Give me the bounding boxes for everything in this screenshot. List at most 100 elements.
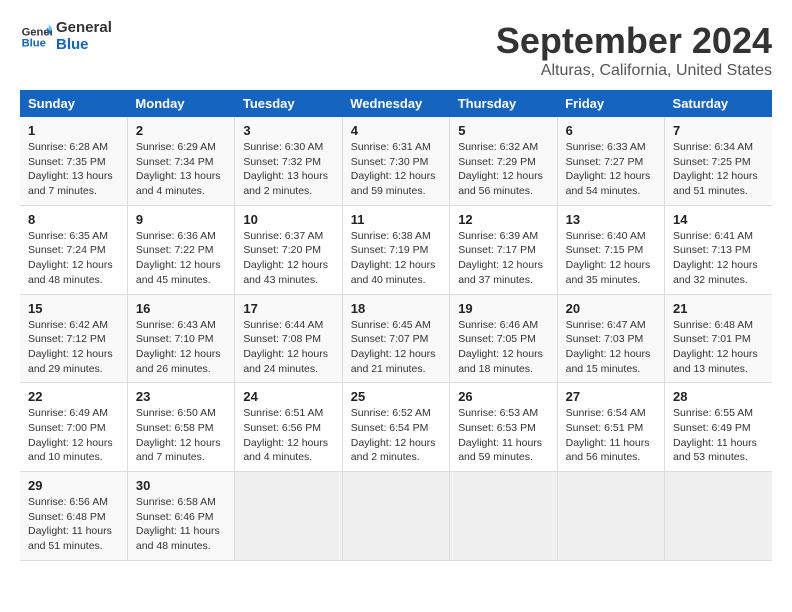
day-number: 18 (351, 301, 441, 316)
calendar-cell: 25 Sunrise: 6:52 AMSunset: 6:54 PMDayligh… (342, 383, 449, 472)
day-number: 25 (351, 389, 441, 404)
header: General Blue General Blue September 2024… (20, 20, 772, 80)
day-info: Sunrise: 6:39 AMSunset: 7:17 PMDaylight:… (458, 229, 548, 288)
day-number: 19 (458, 301, 548, 316)
day-info: Sunrise: 6:52 AMSunset: 6:54 PMDaylight:… (351, 406, 441, 465)
day-info: Sunrise: 6:48 AMSunset: 7:01 PMDaylight:… (673, 318, 764, 377)
day-number: 8 (28, 212, 119, 227)
calendar-week-2: 8 Sunrise: 6:35 AMSunset: 7:24 PMDaylight… (20, 205, 772, 294)
header-monday: Monday (127, 90, 234, 117)
day-info: Sunrise: 6:35 AMSunset: 7:24 PMDaylight:… (28, 229, 119, 288)
calendar-cell (665, 472, 772, 561)
day-number: 7 (673, 123, 764, 138)
calendar-cell: 22 Sunrise: 6:49 AMSunset: 7:00 PMDayligh… (20, 383, 127, 472)
day-number: 23 (136, 389, 226, 404)
day-info: Sunrise: 6:51 AMSunset: 6:56 PMDaylight:… (243, 406, 333, 465)
day-number: 24 (243, 389, 333, 404)
day-info: Sunrise: 6:50 AMSunset: 6:58 PMDaylight:… (136, 406, 226, 465)
day-info: Sunrise: 6:37 AMSunset: 7:20 PMDaylight:… (243, 229, 333, 288)
header-saturday: Saturday (665, 90, 772, 117)
day-info: Sunrise: 6:40 AMSunset: 7:15 PMDaylight:… (566, 229, 656, 288)
calendar-week-3: 15Sunrise: 6:42 AMSunset: 7:12 PMDayligh… (20, 294, 772, 383)
calendar-cell: 15Sunrise: 6:42 AMSunset: 7:12 PMDayligh… (20, 294, 127, 383)
day-info: Sunrise: 6:33 AMSunset: 7:27 PMDaylight:… (566, 140, 656, 199)
day-info: Sunrise: 6:53 AMSunset: 6:53 PMDaylight:… (458, 406, 548, 465)
day-number: 13 (566, 212, 656, 227)
calendar-cell: 28 Sunrise: 6:55 AMSunset: 6:49 PMDayligh… (665, 383, 772, 472)
calendar-cell: 3Sunrise: 6:30 AMSunset: 7:32 PMDaylight… (235, 117, 342, 205)
calendar-cell: 27Sunrise: 6:54 AMSunset: 6:51 PMDayligh… (557, 383, 664, 472)
calendar-cell: 19 Sunrise: 6:46 AMSunset: 7:05 PMDayligh… (450, 294, 557, 383)
day-number: 20 (566, 301, 656, 316)
day-number: 5 (458, 123, 548, 138)
calendar-week-1: 1 Sunrise: 6:28 AMSunset: 7:35 PMDaylight… (20, 117, 772, 205)
calendar-cell: 9Sunrise: 6:36 AMSunset: 7:22 PMDaylight… (127, 205, 234, 294)
weekday-header-row: Sunday Monday Tuesday Wednesday Thursday… (20, 90, 772, 117)
calendar-cell: 14Sunrise: 6:41 AMSunset: 7:13 PMDayligh… (665, 205, 772, 294)
day-info: Sunrise: 6:29 AMSunset: 7:34 PMDaylight:… (136, 140, 226, 199)
svg-text:Blue: Blue (22, 37, 46, 49)
logo: General Blue General Blue (20, 20, 112, 53)
header-wednesday: Wednesday (342, 90, 449, 117)
calendar-cell (342, 472, 449, 561)
calendar-cell (557, 472, 664, 561)
day-info: Sunrise: 6:38 AMSunset: 7:19 PMDaylight:… (351, 229, 441, 288)
day-number: 10 (243, 212, 333, 227)
day-info: Sunrise: 6:28 AMSunset: 7:35 PMDaylight:… (28, 140, 119, 199)
calendar-cell: 18 Sunrise: 6:45 AMSunset: 7:07 PMDayligh… (342, 294, 449, 383)
day-info: Sunrise: 6:58 AMSunset: 6:46 PMDaylight:… (136, 495, 226, 554)
day-info: Sunrise: 6:56 AMSunset: 6:48 PMDaylight:… (28, 495, 119, 554)
day-info: Sunrise: 6:41 AMSunset: 7:13 PMDaylight:… (673, 229, 764, 288)
day-info: Sunrise: 6:44 AMSunset: 7:08 PMDaylight:… (243, 318, 333, 377)
calendar-cell: 2 Sunrise: 6:29 AMSunset: 7:34 PMDaylight… (127, 117, 234, 205)
day-number: 26 (458, 389, 548, 404)
day-info: Sunrise: 6:46 AMSunset: 7:05 PMDaylight:… (458, 318, 548, 377)
header-friday: Friday (557, 90, 664, 117)
day-number: 15 (28, 301, 119, 316)
day-info: Sunrise: 6:55 AMSunset: 6:49 PMDaylight:… (673, 406, 764, 465)
day-number: 22 (28, 389, 119, 404)
calendar-cell: 20 Sunrise: 6:47 AMSunset: 7:03 PMDayligh… (557, 294, 664, 383)
calendar-cell: 12Sunrise: 6:39 AMSunset: 7:17 PMDayligh… (450, 205, 557, 294)
calendar-cell: 30 Sunrise: 6:58 AMSunset: 6:46 PMDayligh… (127, 472, 234, 561)
calendar-cell (450, 472, 557, 561)
day-number: 30 (136, 478, 226, 493)
day-info: Sunrise: 6:54 AMSunset: 6:51 PMDaylight:… (566, 406, 656, 465)
day-info: Sunrise: 6:45 AMSunset: 7:07 PMDaylight:… (351, 318, 441, 377)
logo-icon: General Blue (20, 21, 52, 53)
header-sunday: Sunday (20, 90, 127, 117)
day-info: Sunrise: 6:30 AMSunset: 7:32 PMDaylight:… (243, 140, 333, 199)
day-info: Sunrise: 6:43 AMSunset: 7:10 PMDaylight:… (136, 318, 226, 377)
day-info: Sunrise: 6:49 AMSunset: 7:00 PMDaylight:… (28, 406, 119, 465)
calendar-cell: 16 Sunrise: 6:43 AMSunset: 7:10 PMDayligh… (127, 294, 234, 383)
day-number: 28 (673, 389, 764, 404)
day-info: Sunrise: 6:36 AMSunset: 7:22 PMDaylight:… (136, 229, 226, 288)
calendar-cell: 10 Sunrise: 6:37 AMSunset: 7:20 PMDayligh… (235, 205, 342, 294)
calendar-cell: 5Sunrise: 6:32 AMSunset: 7:29 PMDaylight… (450, 117, 557, 205)
day-number: 21 (673, 301, 764, 316)
calendar-week-5: 29 Sunrise: 6:56 AMSunset: 6:48 PMDayligh… (20, 472, 772, 561)
calendar-week-4: 22 Sunrise: 6:49 AMSunset: 7:00 PMDayligh… (20, 383, 772, 472)
calendar-cell: 21 Sunrise: 6:48 AMSunset: 7:01 PMDayligh… (665, 294, 772, 383)
day-number: 1 (28, 123, 119, 138)
day-number: 29 (28, 478, 119, 493)
day-number: 2 (136, 123, 226, 138)
calendar-cell (235, 472, 342, 561)
day-number: 16 (136, 301, 226, 316)
calendar-cell: 6Sunrise: 6:33 AMSunset: 7:27 PMDaylight… (557, 117, 664, 205)
day-info: Sunrise: 6:47 AMSunset: 7:03 PMDaylight:… (566, 318, 656, 377)
logo-blue: Blue (56, 37, 112, 54)
day-number: 11 (351, 212, 441, 227)
header-thursday: Thursday (450, 90, 557, 117)
location-title: Alturas, California, United States (496, 62, 772, 80)
calendar-cell: 8 Sunrise: 6:35 AMSunset: 7:24 PMDaylight… (20, 205, 127, 294)
calendar-cell: 26 Sunrise: 6:53 AMSunset: 6:53 PMDayligh… (450, 383, 557, 472)
calendar-cell: 24 Sunrise: 6:51 AMSunset: 6:56 PMDayligh… (235, 383, 342, 472)
day-number: 4 (351, 123, 441, 138)
calendar-cell: 17 Sunrise: 6:44 AMSunset: 7:08 PMDayligh… (235, 294, 342, 383)
day-number: 17 (243, 301, 333, 316)
month-title: September 2024 (496, 20, 772, 62)
calendar-cell: 7Sunrise: 6:34 AMSunset: 7:25 PMDaylight… (665, 117, 772, 205)
calendar-cell: 13 Sunrise: 6:40 AMSunset: 7:15 PMDayligh… (557, 205, 664, 294)
calendar-cell: 29 Sunrise: 6:56 AMSunset: 6:48 PMDayligh… (20, 472, 127, 561)
